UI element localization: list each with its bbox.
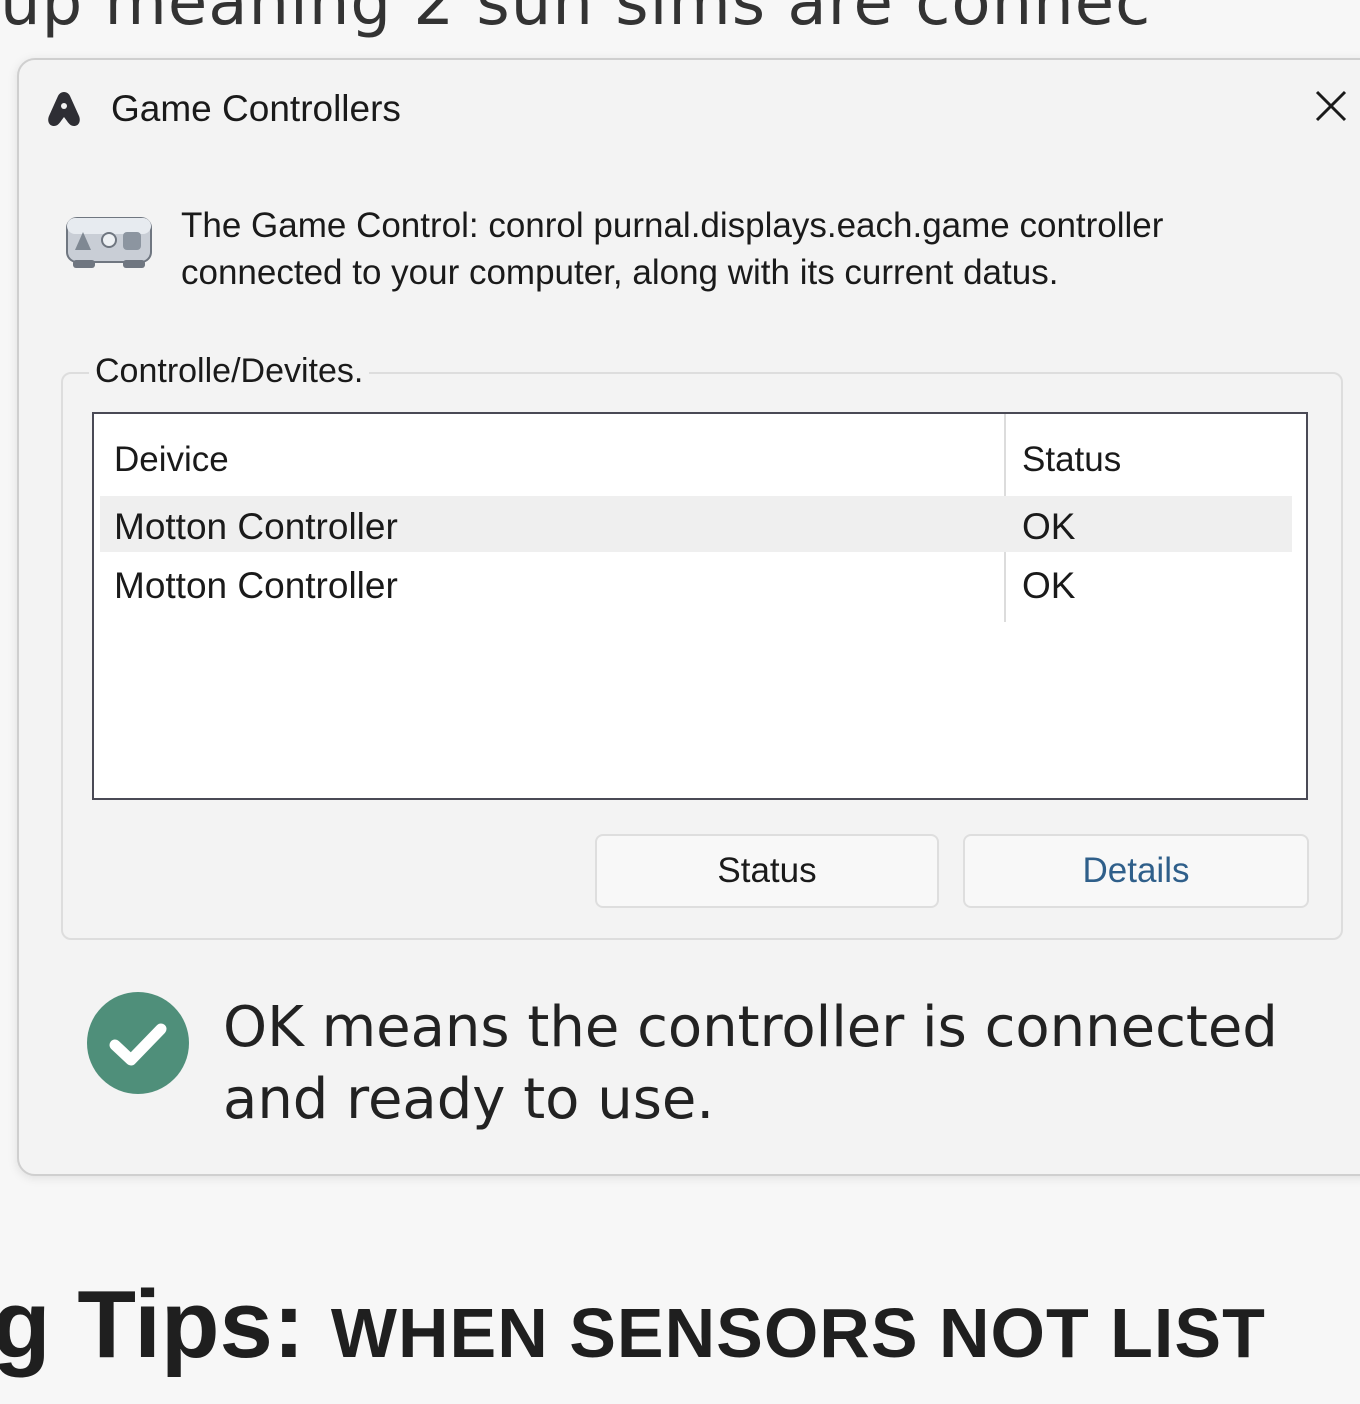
- dialog-title: Game Controllers: [111, 88, 401, 129]
- intro-description: The Game Control: conrol purnal.displays…: [181, 206, 1164, 292]
- controllers-list[interactable]: Deivice Status Motton Controller OK Mott…: [92, 412, 1308, 800]
- device-name: Motton Controller: [114, 506, 398, 547]
- status-button[interactable]: Status: [595, 834, 939, 908]
- details-button[interactable]: Details: [963, 834, 1309, 908]
- list-header: Deivice Status: [94, 414, 1306, 498]
- background-heading-text: up meaning 2 sun sims are connec: [0, 0, 1152, 40]
- game-controller-icon: [48, 92, 80, 126]
- controllers-device-icon: [66, 217, 152, 268]
- device-status: OK: [1022, 565, 1076, 606]
- column-header-device[interactable]: Deivice: [114, 440, 229, 480]
- background-tips-heading: g Tips: WHEN SENSORS NOT LIST: [0, 1270, 1266, 1380]
- device-name: Motton Controller: [114, 565, 398, 606]
- title-bar: Game Controllers: [19, 60, 1360, 160]
- group-box-label: Controlle/Devites.: [89, 352, 370, 391]
- tips-label: g Tips:: [0, 1271, 305, 1378]
- column-header-status[interactable]: Status: [1022, 440, 1121, 480]
- close-icon[interactable]: [1309, 84, 1353, 128]
- ok-explanation-note: OK means the controller is connected and…: [223, 995, 1278, 1132]
- tips-subheading: WHEN SENSORS NOT LIST: [330, 1294, 1266, 1372]
- checkmark-circle-icon: [87, 992, 189, 1094]
- device-status: OK: [1022, 506, 1076, 547]
- game-controllers-dialog: Game Controllers The Game Control: conro…: [17, 58, 1360, 1176]
- table-row[interactable]: Motton Controller OK: [100, 555, 1292, 611]
- table-row[interactable]: Motton Controller OK: [100, 496, 1292, 552]
